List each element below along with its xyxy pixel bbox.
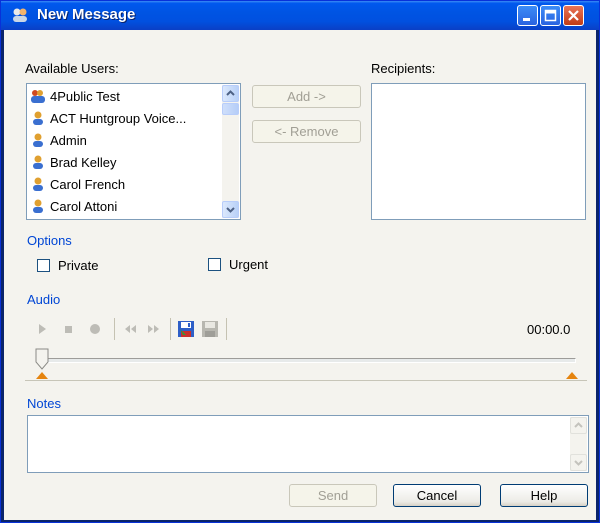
window-title: New Message <box>37 6 136 23</box>
maximize-icon <box>544 9 557 22</box>
start-marker-icon[interactable] <box>36 372 48 379</box>
notes-scroll-down-button[interactable] <box>570 454 587 471</box>
stop-icon[interactable] <box>60 321 76 337</box>
audio-label: Audio <box>27 292 61 307</box>
save-audio-icon[interactable] <box>177 320 195 338</box>
toolbar-separator <box>114 318 115 340</box>
urgent-label[interactable]: Urgent <box>229 257 268 272</box>
recipients-list[interactable] <box>371 83 586 220</box>
scroll-up-button[interactable] <box>222 85 239 102</box>
close-button[interactable] <box>563 5 584 26</box>
options-label: Options <box>27 233 72 248</box>
user-name: Carol French <box>50 176 126 192</box>
add-button[interactable]: Add -> <box>252 85 361 108</box>
list-item[interactable]: Carol French <box>30 173 125 195</box>
chevron-up-icon <box>574 422 583 428</box>
cancel-button[interactable]: Cancel <box>393 484 481 507</box>
dialog-body: Available Users: 4Public Test ACT Huntgr… <box>4 30 596 520</box>
list-item[interactable]: ACT Huntgroup Voice... <box>30 107 186 129</box>
available-users-label: Available Users: <box>25 61 119 76</box>
chevron-down-icon <box>226 207 235 213</box>
audio-slider-track[interactable] <box>38 358 576 363</box>
close-icon <box>568 10 579 21</box>
list-item[interactable]: Carol Attoni <box>30 195 117 217</box>
group-user-icon <box>31 90 45 103</box>
audio-slider-thumb[interactable] <box>35 348 49 370</box>
minimize-icon <box>523 18 530 21</box>
user-name: Carol Attoni <box>50 198 118 214</box>
fast-forward-icon[interactable] <box>146 321 162 337</box>
user-name: ACT Huntgroup Voice... <box>50 110 187 126</box>
urgent-checkbox[interactable] <box>208 258 221 271</box>
user-icon <box>33 111 43 125</box>
notes-field[interactable] <box>27 415 589 473</box>
maximize-button[interactable] <box>540 5 561 26</box>
title-bar[interactable]: New Message <box>1 1 599 30</box>
available-users-list[interactable]: 4Public Test ACT Huntgroup Voice... Admi… <box>26 83 241 220</box>
user-name: Admin <box>50 132 87 148</box>
remove-button[interactable]: <- Remove <box>252 120 361 143</box>
user-icon <box>33 199 43 213</box>
new-message-window: New Message Available Users: 4Public Tes… <box>0 0 600 523</box>
recipients-label: Recipients: <box>371 61 436 76</box>
chevron-up-icon <box>226 90 235 96</box>
chevron-down-icon <box>574 460 583 466</box>
toolbar-separator <box>170 318 171 340</box>
list-item[interactable]: Brad Kelley <box>30 151 116 173</box>
message-users-icon <box>13 8 27 22</box>
user-icon <box>33 155 43 169</box>
private-label[interactable]: Private <box>58 258 98 273</box>
private-checkbox[interactable] <box>37 259 50 272</box>
list-item[interactable]: 4Public Test <box>30 85 120 107</box>
play-icon[interactable] <box>34 321 50 337</box>
rewind-icon[interactable] <box>122 321 138 337</box>
scroll-down-button[interactable] <box>222 201 239 218</box>
list-item[interactable]: Admin <box>30 129 87 151</box>
divider <box>25 380 587 381</box>
users-scrollbar[interactable] <box>222 85 239 218</box>
end-marker-icon[interactable] <box>566 372 578 379</box>
user-name: Brad Kelley <box>50 154 117 170</box>
scroll-thumb[interactable] <box>222 103 239 115</box>
save-audio-disabled-icon[interactable] <box>201 320 219 338</box>
notes-scrollbar[interactable] <box>570 417 587 471</box>
notes-label: Notes <box>27 396 61 411</box>
toolbar-separator <box>226 318 227 340</box>
user-name: 4Public Test <box>50 88 120 104</box>
user-icon <box>33 133 43 147</box>
send-button[interactable]: Send <box>289 484 377 507</box>
notes-scroll-up-button[interactable] <box>570 417 587 434</box>
record-icon[interactable] <box>87 321 103 337</box>
user-icon <box>33 177 43 191</box>
help-button[interactable]: Help <box>500 484 588 507</box>
audio-time: 00:00.0 <box>527 322 571 337</box>
minimize-button[interactable] <box>517 5 538 26</box>
